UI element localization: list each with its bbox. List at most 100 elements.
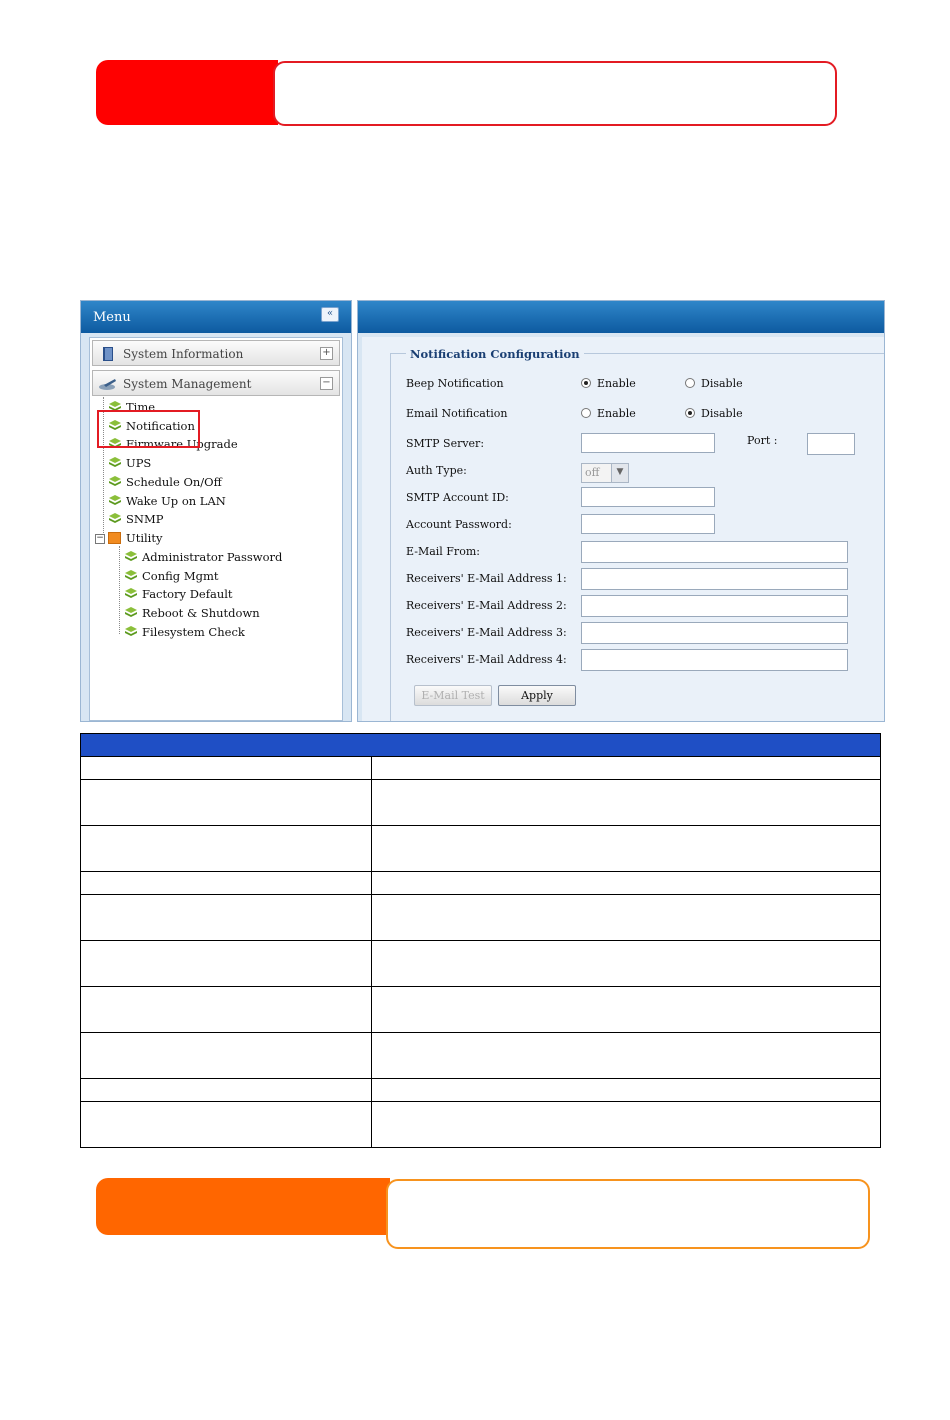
tree-line — [119, 546, 120, 634]
receiver1-input[interactable] — [581, 568, 848, 590]
menu-item-wake-up-on-lan[interactable]: Wake Up on LAN — [108, 494, 226, 508]
menu-item-factory-default[interactable]: Factory Default — [124, 587, 233, 601]
port-input[interactable] — [807, 433, 855, 455]
menu-item-filesystem-check[interactable]: Filesystem Check — [124, 625, 245, 639]
menu-item-reboot-shutdown[interactable]: Reboot & Shutdown — [124, 606, 260, 620]
table-row — [80, 940, 881, 987]
section-label: System Management — [123, 377, 252, 391]
smtp-server-input[interactable] — [581, 433, 715, 453]
table-cell — [80, 1032, 372, 1079]
receiver2-input[interactable] — [581, 595, 848, 617]
table-cell — [80, 756, 372, 780]
table-cell — [371, 1078, 881, 1102]
notification-highlight-box — [97, 410, 200, 448]
leaf-icon — [109, 495, 121, 505]
menu-item-schedule-on-off[interactable]: Schedule On/Off — [108, 475, 222, 489]
section-label: System Information — [123, 347, 244, 361]
leaf-icon — [109, 457, 121, 467]
beep-disable-radio[interactable]: Disable — [685, 377, 743, 390]
apply-button[interactable]: Apply — [498, 685, 576, 706]
leaf-icon — [125, 626, 137, 636]
table-row — [80, 1101, 881, 1148]
receiver4-label: Receivers' E-Mail Address 4: — [406, 653, 567, 666]
table-cell — [371, 825, 881, 872]
table-row — [80, 871, 881, 895]
section-system-information[interactable]: System Information + — [92, 340, 340, 366]
table-cell — [80, 825, 372, 872]
section-banner-box — [273, 61, 837, 126]
beep-enable-radio[interactable]: Enable — [581, 377, 636, 390]
receiver3-input[interactable] — [581, 622, 848, 644]
menu-item-administrator-password[interactable]: Administrator Password — [124, 550, 282, 564]
account-password-input[interactable] — [581, 514, 715, 534]
menu-item-label: UPS — [126, 456, 152, 470]
table-cell — [371, 871, 881, 895]
table-cell — [80, 986, 372, 1033]
menu-item-ups[interactable]: UPS — [108, 456, 151, 470]
table-cell — [80, 779, 372, 826]
receiver4-input[interactable] — [581, 649, 848, 671]
email-from-input[interactable] — [581, 541, 848, 563]
note-banner-tab — [96, 1178, 390, 1235]
email-disable-radio[interactable]: Disable — [685, 407, 743, 420]
table-row — [80, 825, 881, 872]
config-body: Notification Configuration Beep Notifica… — [362, 337, 884, 721]
description-table — [80, 733, 881, 1148]
smtp-server-label: SMTP Server: — [406, 437, 485, 450]
table-row — [80, 986, 881, 1033]
table-row — [80, 779, 881, 826]
note-banner-box — [386, 1179, 870, 1249]
table-cell — [371, 756, 881, 780]
menu-item-label: Factory Default — [142, 587, 233, 601]
book-icon — [103, 347, 113, 361]
table-cell — [80, 1101, 372, 1148]
collapse-utility-icon[interactable]: − — [95, 534, 105, 544]
chevron-down-icon: ▼ — [611, 464, 628, 482]
table-header-row — [80, 733, 881, 757]
leaf-icon — [125, 588, 137, 598]
leaf-icon — [125, 570, 137, 580]
email-test-button[interactable]: E-Mail Test — [414, 685, 492, 706]
menu-item-config-mgmt[interactable]: Config Mgmt — [124, 569, 218, 583]
menu-item-label: Filesystem Check — [142, 625, 245, 639]
table-cell — [371, 894, 881, 941]
leaf-icon — [109, 476, 121, 486]
table-cell — [371, 1101, 881, 1148]
folder-icon — [108, 532, 121, 544]
table-cell — [371, 986, 881, 1033]
menu-header: Menu « — [81, 301, 351, 333]
email-from-label: E-Mail From: — [406, 545, 480, 558]
menu-item-label: Reboot & Shutdown — [142, 606, 260, 620]
section-system-management[interactable]: System Management − — [92, 370, 340, 396]
email-enable-radio[interactable]: Enable — [581, 407, 636, 420]
table-row — [80, 1078, 881, 1102]
table-cell — [371, 940, 881, 987]
menu-title: Menu — [93, 310, 131, 325]
section-banner-tab — [96, 60, 278, 125]
table-cell — [80, 940, 372, 987]
table-cell — [80, 1078, 372, 1102]
table-header-cell — [80, 733, 881, 757]
menu-panel: Menu « System Information + System Manag… — [80, 300, 352, 722]
table-cell — [371, 779, 881, 826]
menu-tree: System Information + System Management − — [89, 337, 343, 721]
collapse-icon[interactable]: − — [320, 377, 333, 390]
menu-item-label: Config Mgmt — [142, 569, 219, 583]
collapse-menu-icon[interactable]: « — [321, 307, 339, 322]
beep-notification-label: Beep Notification — [406, 377, 504, 390]
receiver1-label: Receivers' E-Mail Address 1: — [406, 572, 567, 585]
expand-icon[interactable]: + — [320, 347, 333, 360]
radio-unselected-icon — [581, 408, 591, 418]
menu-item-label: Administrator Password — [142, 550, 283, 564]
smtp-account-input[interactable] — [581, 487, 715, 507]
auth-type-select[interactable]: off ▼ — [581, 463, 629, 483]
leaf-icon — [125, 607, 137, 617]
leaf-icon — [125, 551, 137, 561]
account-password-label: Account Password: — [406, 518, 512, 531]
menu-item-label: Utility — [126, 531, 163, 545]
menu-item-utility[interactable]: Utility — [108, 531, 162, 545]
table-cell — [371, 1032, 881, 1079]
menu-item-snmp[interactable]: SNMP — [108, 512, 163, 526]
fieldset-legend: Notification Configuration — [406, 347, 584, 361]
leaf-icon — [109, 513, 121, 523]
